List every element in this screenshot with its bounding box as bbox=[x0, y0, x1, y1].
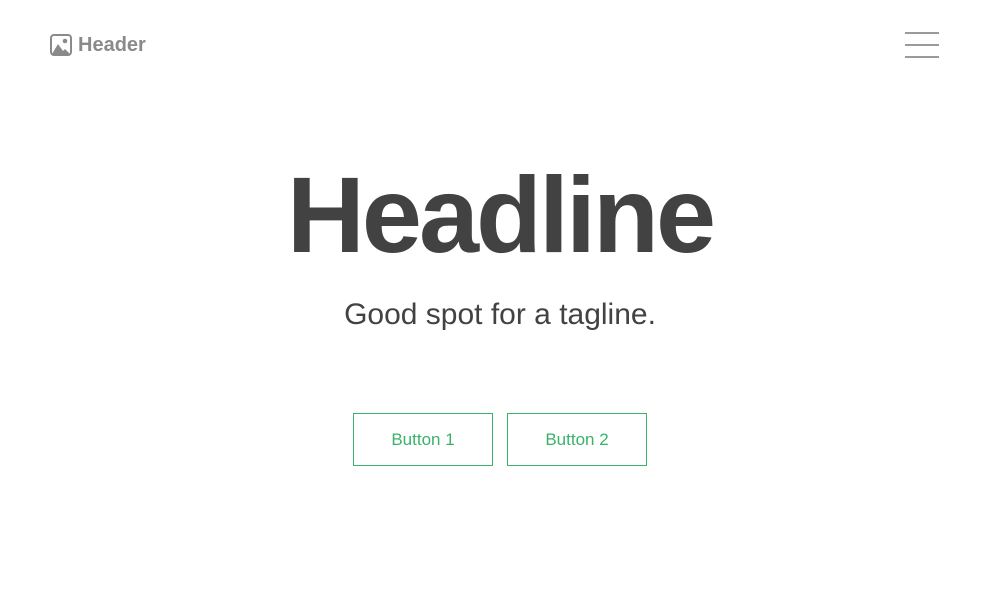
page: Header Headline Good spot for a tagline.… bbox=[0, 0, 1000, 600]
brand-label: Header bbox=[78, 33, 146, 56]
menu-line bbox=[905, 32, 939, 34]
tagline: Good spot for a tagline. bbox=[344, 298, 656, 331]
hamburger-menu-icon[interactable] bbox=[905, 32, 939, 58]
button-2[interactable]: Button 2 bbox=[507, 413, 647, 466]
brand-link[interactable]: Header bbox=[50, 33, 146, 57]
menu-line bbox=[905, 44, 939, 46]
menu-line bbox=[905, 56, 939, 58]
button-group: Button 1 Button 2 bbox=[353, 413, 647, 466]
button-1[interactable]: Button 1 bbox=[353, 413, 493, 466]
image-icon bbox=[50, 34, 72, 56]
headline: Headline bbox=[286, 154, 716, 275]
